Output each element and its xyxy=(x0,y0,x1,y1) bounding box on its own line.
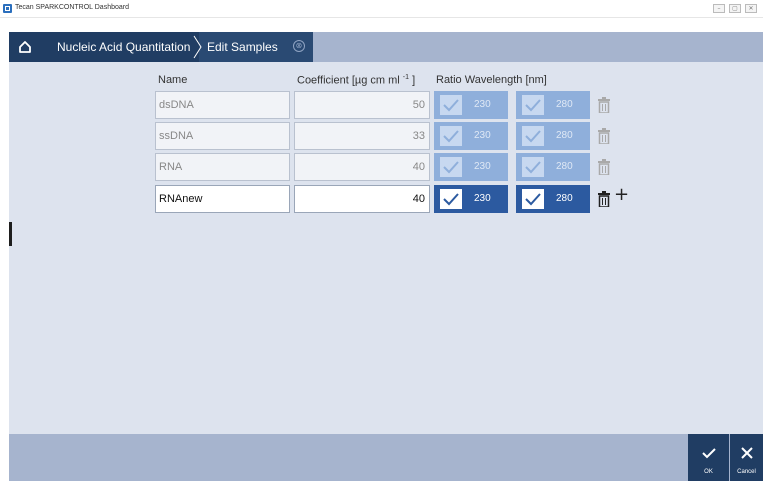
breadcrumb-label: Edit Samples xyxy=(207,40,278,54)
breadcrumb-item-nucleic-acid[interactable]: Nucleic Acid Quantitation xyxy=(41,32,199,62)
wavelength-280-toggle[interactable]: 280 xyxy=(516,185,590,213)
coefficient-input[interactable]: 40 xyxy=(294,185,430,213)
check-icon xyxy=(443,161,459,174)
breadcrumb-item-edit-samples[interactable]: Edit Samples ⊗ xyxy=(199,32,313,62)
chevron-right-icon xyxy=(193,35,202,59)
column-header-name: Name xyxy=(158,74,188,86)
check-icon xyxy=(443,99,459,112)
wavelength-280-toggle: 280 xyxy=(516,122,590,150)
wavelength-280-toggle: 280 xyxy=(516,91,590,119)
sample-name-field: RNA xyxy=(155,153,290,181)
edge-marker xyxy=(9,222,12,246)
wavelength-230-toggle: 230 xyxy=(434,153,508,181)
bottom-action-bar xyxy=(9,434,763,481)
breadcrumb-label: Nucleic Acid Quantitation xyxy=(57,40,191,54)
wavelength-230-toggle: 230 xyxy=(434,122,508,150)
window-title-bar: Tecan SPARKCONTROL Dashboard – ▢ ✕ xyxy=(0,0,763,18)
cancel-button[interactable]: Cancel xyxy=(730,434,763,481)
column-header-coefficient: Coefficient [µg cm ml -1 ] xyxy=(297,74,416,87)
cancel-label: Cancel xyxy=(737,469,756,475)
sample-name-field: ssDNA xyxy=(155,122,290,150)
checkbox xyxy=(440,157,462,177)
wavelength-230-toggle[interactable]: 230 xyxy=(434,185,508,213)
checkbox xyxy=(522,189,544,209)
breadcrumb: Nucleic Acid Quantitation Edit Samples ⊗ xyxy=(9,32,763,62)
maximize-button[interactable]: ▢ xyxy=(729,4,741,13)
add-sample-button[interactable]: + xyxy=(614,185,629,205)
close-window-button[interactable]: ✕ xyxy=(745,4,757,13)
check-icon xyxy=(701,448,716,459)
trash-icon xyxy=(598,159,610,175)
coefficient-field: 33 xyxy=(294,122,430,150)
trash-icon xyxy=(598,128,610,144)
minimize-button[interactable]: – xyxy=(713,4,725,13)
wavelength-230-toggle: 230 xyxy=(434,91,508,119)
coefficient-field: 50 xyxy=(294,91,430,119)
check-icon xyxy=(525,193,541,206)
checkbox xyxy=(522,126,544,146)
close-tab-icon[interactable]: ⊗ xyxy=(293,40,305,52)
sample-name-input[interactable]: RNAnew xyxy=(155,185,290,213)
checkbox xyxy=(522,95,544,115)
checkbox xyxy=(440,126,462,146)
checkbox xyxy=(440,189,462,209)
sample-name-field: dsDNA xyxy=(155,91,290,119)
ok-label: OK xyxy=(704,469,713,475)
checkbox xyxy=(440,95,462,115)
wavelength-280-toggle: 280 xyxy=(516,153,590,181)
column-header-ratio-wavelength: Ratio Wavelength [nm] xyxy=(436,74,547,86)
check-icon xyxy=(525,161,541,174)
check-icon xyxy=(525,130,541,143)
delete-sample-button[interactable] xyxy=(598,191,610,207)
check-icon xyxy=(443,130,459,143)
close-icon xyxy=(740,447,753,459)
app-icon xyxy=(3,4,12,13)
window-title: Tecan SPARKCONTROL Dashboard xyxy=(15,4,129,11)
home-icon xyxy=(19,41,31,53)
check-icon xyxy=(525,99,541,112)
coefficient-field: 40 xyxy=(294,153,430,181)
checkbox xyxy=(522,157,544,177)
check-icon xyxy=(443,193,459,206)
trash-icon xyxy=(598,97,610,113)
ok-button[interactable]: OK xyxy=(688,434,729,481)
home-button[interactable] xyxy=(9,32,41,62)
